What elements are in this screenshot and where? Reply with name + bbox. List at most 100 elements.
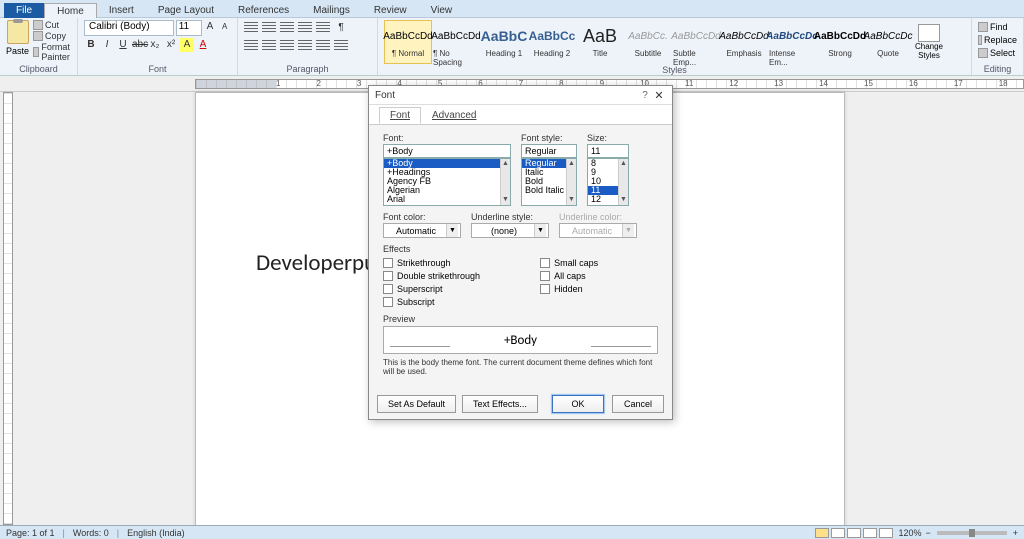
- view-print-layout-icon[interactable]: [815, 528, 829, 538]
- justify-icon[interactable]: [298, 40, 312, 52]
- style-normal[interactable]: AaBbCcDd¶ Normal: [384, 20, 432, 64]
- ribbon: Paste Cut Copy Format Painter Clipboard …: [0, 18, 1024, 76]
- dialog-close-icon[interactable]: ✕: [652, 89, 666, 102]
- tab-insert[interactable]: Insert: [97, 3, 146, 18]
- styles-label: Styles: [384, 64, 965, 76]
- strike-button[interactable]: abc: [132, 38, 146, 52]
- paste-button[interactable]: Paste: [6, 20, 29, 63]
- font-input[interactable]: [383, 144, 511, 158]
- paragraph-label: Paragraph: [244, 63, 371, 75]
- font-size-combo[interactable]: 11: [176, 20, 202, 36]
- grow-font-icon[interactable]: A: [204, 20, 217, 34]
- cut-button[interactable]: Cut: [33, 20, 74, 30]
- line-spacing-icon[interactable]: [316, 40, 330, 52]
- dialog-tabs: Font Advanced: [369, 105, 672, 125]
- underline-style-combo[interactable]: (none)▼: [471, 223, 549, 238]
- status-language[interactable]: English (India): [127, 528, 185, 538]
- chk-all-caps[interactable]: All caps: [540, 269, 598, 282]
- dialog-titlebar[interactable]: Font ? ✕: [369, 86, 672, 105]
- style-no-spacing[interactable]: AaBbCcDd¶ No Spacing: [432, 20, 480, 64]
- shading-icon[interactable]: [334, 40, 348, 52]
- chk-small-caps[interactable]: Small caps: [540, 256, 598, 269]
- style-heading2[interactable]: AaBbCcHeading 2: [528, 20, 576, 64]
- view-outline-icon[interactable]: [863, 528, 877, 538]
- highlight-button[interactable]: A: [180, 38, 194, 52]
- scrollbar[interactable]: ▲▼: [566, 159, 576, 205]
- zoom-percent[interactable]: 120%: [898, 528, 921, 538]
- style-title[interactable]: AaBTitle: [576, 20, 624, 64]
- status-page[interactable]: Page: 1 of 1: [6, 528, 55, 538]
- style-strong[interactable]: AaBbCcDdStrong: [816, 20, 864, 64]
- style-subtle-emphasis[interactable]: AaBbCcDdSubtle Emp...: [672, 20, 720, 64]
- size-listbox[interactable]: 8 9 10 11 12 ▲▼: [587, 158, 629, 206]
- align-right-icon[interactable]: [280, 40, 294, 52]
- font-style-listbox[interactable]: Regular Italic Bold Bold Italic ▲▼: [521, 158, 577, 206]
- underline-button[interactable]: U: [116, 38, 130, 52]
- tab-advanced[interactable]: Advanced: [421, 107, 487, 124]
- indent-inc-icon[interactable]: [316, 22, 330, 34]
- change-styles-button[interactable]: Change Styles: [912, 20, 946, 64]
- replace-button[interactable]: Replace: [978, 33, 1017, 46]
- group-clipboard: Paste Cut Copy Format Painter Clipboard: [0, 18, 78, 75]
- find-button[interactable]: Find: [978, 20, 1017, 33]
- view-fullscreen-icon[interactable]: [831, 528, 845, 538]
- chk-superscript[interactable]: Superscript: [383, 282, 480, 295]
- view-web-icon[interactable]: [847, 528, 861, 538]
- font-listbox[interactable]: +Body +Headings Agency FB Algerian Arial…: [383, 158, 511, 206]
- bold-button[interactable]: B: [84, 38, 98, 52]
- tab-file[interactable]: File: [4, 3, 44, 18]
- style-emphasis[interactable]: AaBbCcDdEmphasis: [720, 20, 768, 64]
- numbering-icon[interactable]: [262, 22, 276, 34]
- label-underline-style: Underline style:: [471, 212, 549, 222]
- italic-button[interactable]: I: [100, 38, 114, 52]
- chk-hidden[interactable]: Hidden: [540, 282, 598, 295]
- tab-page-layout[interactable]: Page Layout: [146, 3, 226, 18]
- tab-mailings[interactable]: Mailings: [301, 3, 362, 18]
- chk-strikethrough[interactable]: Strikethrough: [383, 256, 480, 269]
- zoom-in-icon[interactable]: +: [1013, 528, 1018, 538]
- superscript-button[interactable]: x²: [164, 38, 178, 52]
- zoom-out-icon[interactable]: −: [925, 528, 930, 538]
- font-style-input[interactable]: [521, 144, 577, 158]
- pilcrow-icon[interactable]: ¶: [334, 21, 348, 35]
- format-painter-button[interactable]: Format Painter: [33, 42, 74, 62]
- tab-font[interactable]: Font: [379, 107, 421, 124]
- zoom-slider[interactable]: [937, 531, 1007, 535]
- subscript-button[interactable]: x₂: [148, 38, 162, 52]
- shrink-font-icon[interactable]: A: [218, 20, 231, 34]
- status-words[interactable]: Words: 0: [73, 528, 109, 538]
- tab-view[interactable]: View: [419, 3, 465, 18]
- tab-home[interactable]: Home: [44, 3, 97, 18]
- styles-gallery[interactable]: AaBbCcDd¶ Normal AaBbCcDd¶ No Spacing Aa…: [384, 20, 912, 64]
- view-draft-icon[interactable]: [879, 528, 893, 538]
- tab-review[interactable]: Review: [362, 3, 419, 18]
- set-default-button[interactable]: Set As Default: [377, 395, 456, 413]
- ruler-vertical[interactable]: [0, 92, 16, 525]
- tab-references[interactable]: References: [226, 3, 301, 18]
- font-name-combo[interactable]: Calibri (Body): [84, 20, 174, 36]
- cancel-button[interactable]: Cancel: [612, 395, 664, 413]
- style-subtitle[interactable]: AaBbCc.Subtitle: [624, 20, 672, 64]
- scrollbar[interactable]: ▲▼: [500, 159, 510, 205]
- align-left-icon[interactable]: [244, 40, 258, 52]
- font-color-button[interactable]: A: [196, 38, 210, 52]
- style-heading1[interactable]: AaBbCHeading 1: [480, 20, 528, 64]
- select-button[interactable]: Select: [978, 46, 1017, 59]
- copy-button[interactable]: Copy: [33, 31, 74, 41]
- style-quote[interactable]: AaBbCcDcQuote: [864, 20, 912, 64]
- scrollbar[interactable]: ▲▼: [618, 159, 628, 205]
- chk-subscript[interactable]: Subscript: [383, 295, 480, 308]
- dialog-help-icon[interactable]: ?: [638, 90, 652, 101]
- chevron-down-icon: ▼: [622, 224, 634, 237]
- clipboard-label: Clipboard: [6, 63, 71, 75]
- size-input[interactable]: [587, 144, 629, 158]
- font-color-combo[interactable]: Automatic▼: [383, 223, 461, 238]
- ok-button[interactable]: OK: [552, 395, 604, 413]
- style-intense-emphasis[interactable]: AaBbCcDcIntense Em...: [768, 20, 816, 64]
- indent-dec-icon[interactable]: [298, 22, 312, 34]
- align-center-icon[interactable]: [262, 40, 276, 52]
- bullets-icon[interactable]: [244, 22, 258, 34]
- multilevel-icon[interactable]: [280, 22, 294, 34]
- text-effects-button[interactable]: Text Effects...: [462, 395, 538, 413]
- chk-double-strikethrough[interactable]: Double strikethrough: [383, 269, 480, 282]
